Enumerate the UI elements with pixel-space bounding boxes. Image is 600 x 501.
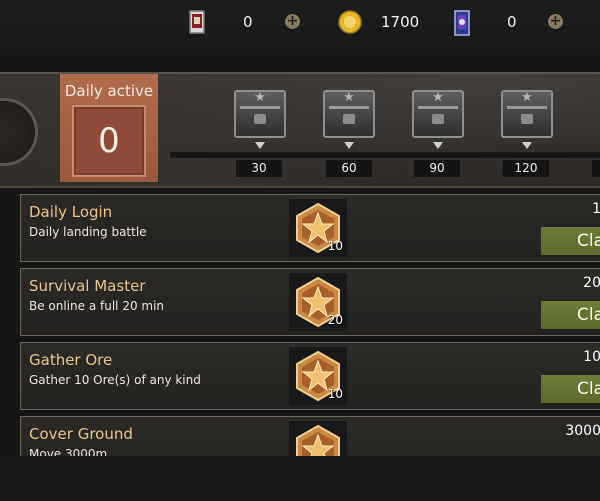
reward-slot[interactable]: 10 (289, 347, 347, 405)
task-title: Daily Login (29, 203, 113, 221)
card-ticket-amount: 0 (243, 13, 253, 31)
task-description: Daily landing battle (29, 225, 147, 239)
add-card-ticket-button[interactable]: + (285, 14, 300, 29)
reward-slot[interactable]: 20 (289, 273, 347, 331)
milestone-label-partial (592, 160, 600, 177)
claim-button[interactable]: Cla (541, 301, 600, 329)
task-points: 10 (583, 349, 600, 365)
milestone-pointer (522, 142, 532, 149)
milestone-label: 60 (326, 160, 372, 177)
claim-button[interactable]: Cla (541, 375, 600, 403)
milestone-label: 120 (503, 160, 549, 177)
chest-icon[interactable] (412, 90, 464, 138)
reward-count: 10 (327, 387, 343, 401)
task-row: Survival Master Be online a full 20 min … (20, 268, 600, 336)
task-title: Survival Master (29, 277, 146, 295)
task-description: Be online a full 20 min (29, 299, 165, 313)
add-blue-card-button[interactable]: + (548, 14, 563, 29)
task-title: Gather Ore (29, 351, 113, 369)
milestone-pointer (344, 142, 354, 149)
milestone-pointer (433, 142, 443, 149)
card-ticket-icon (189, 10, 205, 34)
currency-bar: 0 + 1700 0 + (0, 0, 600, 56)
milestone-pointer (255, 142, 265, 149)
daily-active-panel: Daily active 0 30 60 90 120 (0, 72, 600, 188)
reward-count: 20 (327, 313, 343, 327)
task-description: Move 3000m (29, 447, 108, 456)
task-row: Cover Ground Move 3000m 3000 (20, 416, 600, 456)
blue-card-icon (454, 10, 470, 36)
task-points: 1 (592, 201, 600, 217)
chest-icon[interactable] (501, 90, 553, 138)
claim-button[interactable]: Cla (541, 227, 600, 255)
task-points: 20 (583, 275, 600, 291)
daily-active-value: 0 (98, 121, 120, 161)
progress-track (170, 152, 600, 158)
star-medal-icon (296, 424, 340, 456)
daily-active-counter: 0 (72, 105, 146, 177)
bottom-shade (0, 456, 600, 501)
task-list[interactable]: Daily Login Daily landing battle 10 1 Cl… (0, 186, 600, 456)
task-points: 3000 (565, 423, 600, 439)
reward-slot[interactable]: 10 (289, 199, 347, 257)
gold-amount: 1700 (381, 13, 420, 31)
blue-card-amount: 0 (507, 13, 517, 31)
daily-active-box: Daily active 0 (60, 74, 158, 182)
milestone-label: 30 (236, 160, 282, 177)
panel-knob (0, 98, 38, 166)
task-row: Gather Ore Gather 10 Ore(s) of any kind … (20, 342, 600, 410)
gold-coin-icon (338, 10, 362, 34)
milestone-label: 90 (414, 160, 460, 177)
chest-icon[interactable] (323, 90, 375, 138)
task-title: Cover Ground (29, 425, 133, 443)
reward-count: 10 (327, 239, 343, 253)
daily-active-label: Daily active (64, 82, 154, 100)
task-description: Gather 10 Ore(s) of any kind (29, 373, 201, 387)
reward-slot[interactable] (289, 421, 347, 456)
chest-icon[interactable] (234, 90, 286, 138)
task-row: Daily Login Daily landing battle 10 1 Cl… (20, 194, 600, 262)
